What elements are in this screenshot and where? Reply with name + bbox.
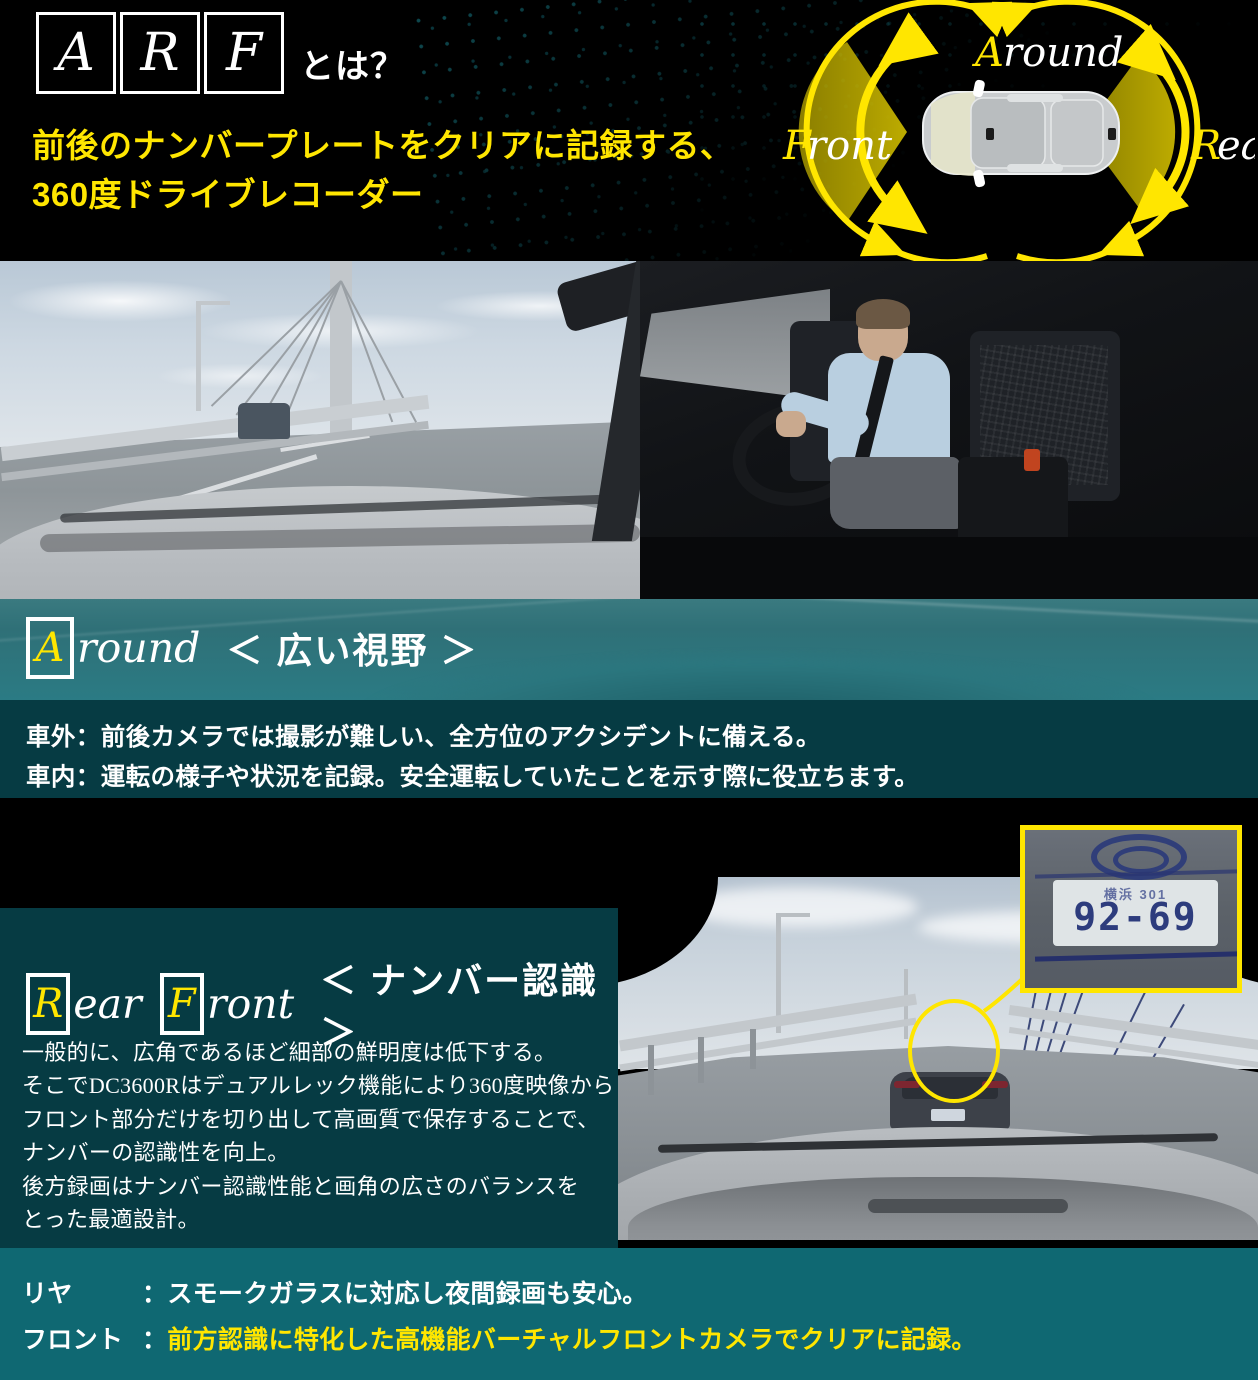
rear-front-body: 一般的に、広角であるほど細部の鮮明度は低下する。 そこでDC3600Rはデュアル… <box>22 1036 614 1237</box>
around-title-band: A round ＜ 広い視野 ＞ <box>0 599 1258 700</box>
driver-hair <box>856 299 910 329</box>
arf-badge-f-letter: F <box>225 23 263 83</box>
around-description-band: 車外：前後カメラでは撮影が難しい、全方位のアクシデントに備える。 車内：運転の様… <box>0 700 1258 798</box>
guardrail-post <box>698 1037 704 1083</box>
front-initial-box: F <box>159 973 204 1035</box>
cabin-floor <box>640 537 1258 599</box>
car-ahead-plate <box>931 1109 965 1121</box>
rf-body-line-6: とった最適設計。 <box>22 1207 200 1233</box>
arf-badge-r-letter: R <box>140 23 180 83</box>
light-arm <box>196 301 230 305</box>
hero-header: A R F とは？ 前後のナンバープレートをクリアに記録する、 360度ドライブ… <box>0 0 1258 261</box>
photo-360-interior <box>0 261 1258 599</box>
driver-hand <box>776 411 806 437</box>
light-arm <box>776 913 810 917</box>
around-initial-box: A <box>26 617 74 679</box>
car-coverage-diagram: A round F ront R ear <box>735 0 1255 261</box>
arf-badge-a: A <box>36 12 116 94</box>
bottom-summary-band: リヤ ：スモークガラスに対応し夜間録画も安心。 フロント ：前方認識に特化した高機能… <box>0 1248 1258 1380</box>
plate-zoom-inset: 横浜 301 92-69 <box>1020 825 1242 993</box>
car-taillight-left <box>894 1081 920 1088</box>
driver-legs <box>830 457 960 529</box>
arf-badge-suffix: とは？ <box>300 48 405 86</box>
seatbelt-buckle <box>1024 449 1040 471</box>
light-pole <box>196 301 201 411</box>
guardrail-post <box>750 1029 756 1069</box>
label-front-rest: ront <box>807 123 893 169</box>
bottom-rear-text: スモークガラスに対応し夜間録画も安心。 <box>167 1280 648 1308</box>
page-title-line-1: 前後のナンバープレートをクリアに記録する、 <box>32 127 734 164</box>
bottom-rear-label: リヤ <box>22 1280 73 1308</box>
bottom-rear-sep: ： <box>142 1280 168 1308</box>
rear-initial-box: R <box>26 973 71 1035</box>
car-top-view-icon <box>922 79 1120 188</box>
photo-front-dashcam: 横浜 301 92-69 <box>618 823 1258 1240</box>
license-plate: 横浜 301 92-69 <box>1053 880 1218 946</box>
bottom-front-text: 前方認識に特化した高機能バーチャルフロントカメラでクリアに記録。 <box>167 1326 977 1354</box>
around-subtitle: ＜ 広い視野 ＞ <box>226 630 479 671</box>
rf-body-line-3: フロント部分だけを切り出して高画質で保存することで、 <box>22 1106 600 1132</box>
arf-badge-r: R <box>120 12 200 94</box>
around-word: round <box>77 623 201 672</box>
around-arc-bottom-left <box>883 243 988 261</box>
label-around-rest: round <box>1003 30 1123 76</box>
plate-number-text: 92-69 <box>1073 895 1198 939</box>
cabin-region <box>640 261 1258 599</box>
front-word: ront <box>206 979 295 1028</box>
bottom-front-sep: ： <box>142 1326 168 1354</box>
guardrail-post <box>648 1045 654 1095</box>
rear-initial: R <box>33 981 64 1027</box>
around-line-2: 車内：運転の様子や状況を記録。安全運転していたことを示す際に役立ちます。 <box>26 764 920 791</box>
around-line-1: 車外：前後カメラでは撮影が難しい、全方位のアクシデントに備える。 <box>26 724 821 751</box>
around-initial: A <box>35 625 65 671</box>
page-title-line-2: 360度ドライブレコーダー <box>32 175 424 213</box>
bottom-front-label: フロント <box>22 1326 124 1354</box>
rear-front-panel: R ear F ront ＜ ナンバー認識 ＞ 一般的に、広角であるほど細部の鮮… <box>0 908 618 1248</box>
rf-body-line-5: 後方録画はナンバー認識性能と画角の広さのバランスを <box>22 1173 580 1199</box>
label-around-initial: A <box>971 30 1004 76</box>
rf-body-line-2: そこでDC3600Rはデュアルレック機能により360度映像から <box>22 1073 615 1099</box>
defroster-vent <box>868 1199 1068 1213</box>
arf-feature-page: A R F とは？ 前後のナンバープレートをクリアに記録する、 360度ドライブ… <box>0 0 1258 1380</box>
rf-body-line-1: 一般的に、広角であるほど細部の鮮明度は低下する。 <box>22 1040 557 1065</box>
page-title: 前後のナンバープレートをクリアに記録する、 360度ドライブレコーダー <box>32 122 734 220</box>
bottom-row-front: フロント ：前方認識に特化した高機能バーチャルフロントカメラでクリアに記録。 <box>22 1320 977 1356</box>
label-rear-rest: ear <box>1217 123 1255 169</box>
front-initial: F <box>167 981 196 1027</box>
rear-word: ear <box>73 979 142 1028</box>
arf-badge-group: A R F とは？ <box>36 12 405 94</box>
around-arc-bottom-right <box>1016 243 1121 261</box>
bottom-row-rear: リヤ ：スモークガラスに対応し夜間録画も安心。 <box>22 1274 648 1310</box>
arf-badge-f: F <box>204 12 284 94</box>
arf-badge-a-letter: A <box>57 23 95 83</box>
rf-body-line-4: ナンバーの認識性を向上。 <box>22 1140 290 1166</box>
car-ahead <box>238 403 290 439</box>
section-title-around: A round ＜ 広い視野 ＞ <box>26 617 478 679</box>
